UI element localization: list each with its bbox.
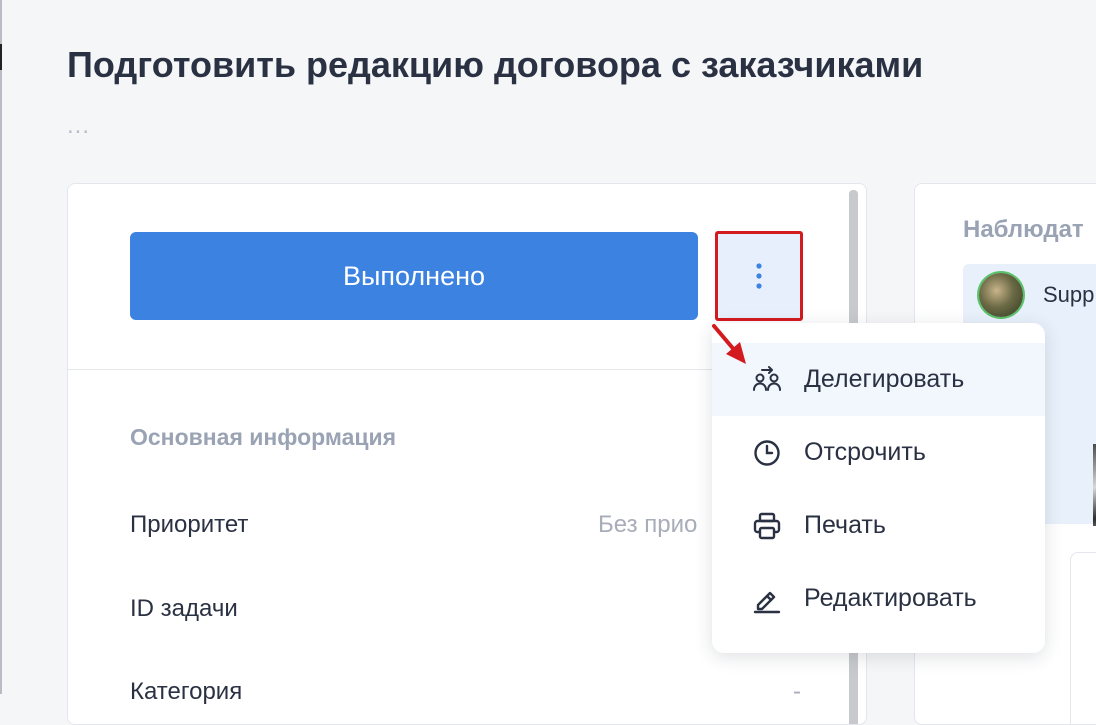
avatar [979, 273, 1023, 317]
menu-item-postpone-label: Отсрочить [804, 438, 926, 466]
actions-dropdown-menu: Делегировать Отсрочить Печать Редактиров… [712, 323, 1045, 653]
field-label-task-id: ID задачи [130, 595, 238, 622]
done-button[interactable]: Выполнено [130, 232, 698, 320]
secondary-panel [1070, 552, 1096, 724]
menu-item-delegate-label: Делегировать [804, 365, 965, 393]
menu-item-edit-label: Редактировать [804, 584, 977, 612]
page-title: Подготовить редакцию договора с заказчик… [67, 44, 924, 85]
clock-icon [754, 440, 780, 466]
menu-item-print[interactable]: Печать [712, 489, 1045, 562]
edge-mark [0, 44, 2, 70]
printer-icon [753, 512, 781, 540]
task-description-placeholder[interactable]: ... [67, 112, 90, 140]
pencil-icon [753, 591, 781, 614]
delegate-icon [753, 366, 781, 391]
section-title-main-info: Основная информация [130, 424, 397, 450]
observer-name: Supp [1043, 282, 1095, 307]
annotation-arrow-icon [712, 324, 746, 364]
field-value-priority[interactable]: Без прио [598, 511, 697, 539]
observers-title: Наблюдат [963, 216, 1084, 243]
kebab-vertical-icon [756, 263, 762, 289]
field-value-category[interactable]: - [793, 678, 801, 706]
more-actions-button[interactable] [715, 231, 803, 321]
field-label-category: Категория [130, 678, 243, 705]
field-label-priority: Приоритет [130, 511, 249, 538]
window-left-edge [0, 0, 2, 694]
menu-item-delegate[interactable]: Делегировать [712, 343, 1045, 416]
menu-item-postpone[interactable]: Отсрочить [712, 416, 1045, 489]
menu-item-print-label: Печать [804, 511, 886, 539]
menu-item-edit[interactable]: Редактировать [712, 562, 1045, 635]
